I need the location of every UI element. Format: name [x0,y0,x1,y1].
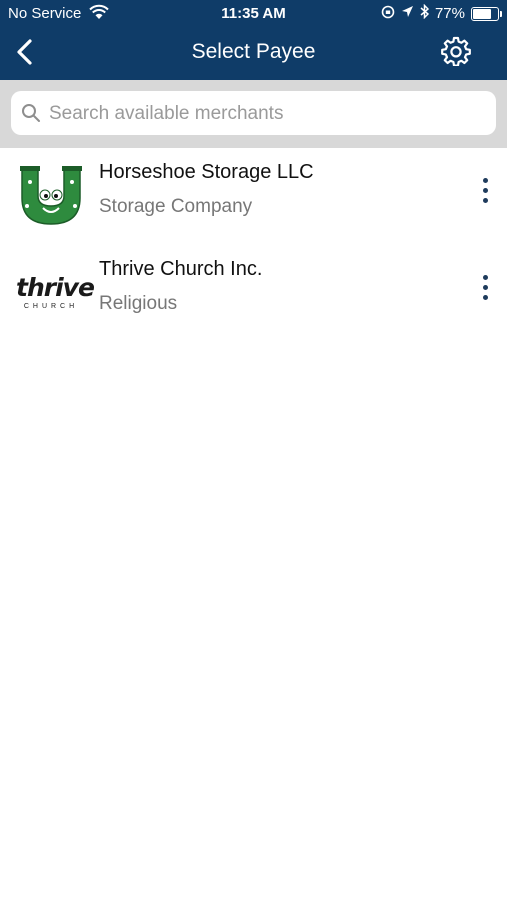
payee-category: Storage Company [99,196,253,217]
status-right-group: 77% [381,3,502,23]
location-arrow-icon [401,5,414,22]
horseshoe-logo [16,162,86,226]
lock-rotation-icon [381,5,395,23]
battery-percent: 77% [434,5,465,22]
search-box[interactable] [11,91,496,137]
thrive-logo-subtext: CHURCH [23,303,79,310]
navigation-bar: Select Payee [0,28,507,80]
payee-row-horseshoe[interactable]: Horseshoe Storage LLC Storage Company [0,148,507,244]
more-vertical-icon [477,275,493,300]
payee-name: Thrive Church Inc. [99,258,263,280]
search-input[interactable] [47,91,491,137]
more-vertical-icon [477,178,493,203]
payee-name: Horseshoe Storage LLC [99,161,314,183]
battery-icon [471,6,502,21]
page-title: Select Payee [191,40,316,63]
thrive-logo: thrive CHURCH [16,259,95,323]
payee-category: Religious [99,293,178,314]
search-bar-area [0,80,507,148]
magnifier-icon [21,103,41,123]
payee-row-thrive[interactable]: thrive CHURCH Thrive Church Inc. Religio… [0,245,507,341]
battery-fill [473,8,492,19]
battery-nub [500,10,502,17]
thrive-logo-text: thrive [16,273,95,302]
more-options-button[interactable] [477,275,493,309]
settings-button[interactable] [441,36,471,67]
more-options-button[interactable] [477,178,493,212]
top-bar: No Service 11:35 AM 77% Select Payee [0,0,507,80]
status-bar: No Service 11:35 AM 77% [0,0,507,28]
bluetooth-icon [420,3,430,23]
gear-icon [441,36,471,67]
